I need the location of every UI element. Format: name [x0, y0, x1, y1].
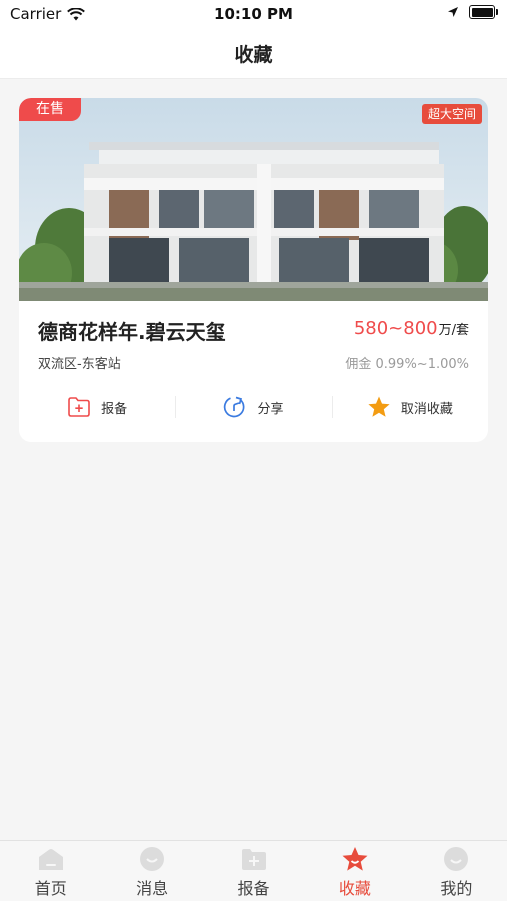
status-right: [447, 5, 498, 19]
tab-bar: 首页 消息 报备 收藏 我的: [0, 840, 507, 901]
on-sale-badge: 在售: [19, 98, 81, 121]
location-arrow-icon: [448, 7, 458, 17]
report-icon: [68, 397, 90, 417]
price: 580~800 万/套: [354, 318, 469, 339]
report-label: 报备: [101, 401, 128, 417]
commission-rate: 佣金 0.99%~1.00%: [345, 357, 469, 372]
property-photo: [19, 98, 488, 301]
tab-profile[interactable]: 我的: [406, 841, 507, 901]
tab-report-label: 报备: [237, 879, 270, 898]
property-location: 双流区-东客站: [38, 357, 121, 372]
star-icon: [342, 847, 368, 871]
page-title: 收藏: [234, 44, 273, 66]
clock: 10:10 PM: [214, 5, 293, 23]
message-icon: [140, 847, 165, 871]
tab-profile-label: 我的: [440, 879, 473, 898]
feature-tag: 超大空间: [421, 104, 482, 124]
status-bar: Carrier 10:10 PM: [0, 0, 507, 28]
report-button[interactable]: 报备: [19, 390, 175, 424]
tab-favorites[interactable]: 收藏: [304, 841, 405, 901]
tab-home[interactable]: 首页: [0, 841, 101, 901]
tab-messages[interactable]: 消息: [101, 841, 202, 901]
tab-messages-label: 消息: [136, 879, 169, 898]
share-button[interactable]: 分享: [175, 390, 331, 424]
battery-icon: [469, 5, 498, 19]
favorite-property-card[interactable]: 在售 超大空间 德商花样年.碧云天玺 580~800 万/套 双流区-东客站 佣…: [19, 98, 488, 442]
profile-icon: [444, 847, 469, 871]
tab-home-label: 首页: [34, 879, 67, 898]
navigation-bar: 收藏: [0, 28, 507, 79]
share-label: 分享: [257, 401, 284, 417]
tab-report[interactable]: 报备: [203, 841, 304, 901]
price-value: 580~800: [353, 318, 438, 339]
price-unit: 万/套: [438, 323, 469, 338]
unfavorite-label: 取消收藏: [400, 401, 453, 417]
tab-favorites-label: 收藏: [338, 879, 371, 898]
home-icon: [38, 849, 63, 870]
share-icon: [224, 396, 245, 418]
unfavorite-button[interactable]: 取消收藏: [331, 390, 488, 424]
property-name: 德商花样年.碧云天玺: [38, 320, 226, 344]
report-icon: [241, 849, 266, 870]
star-icon: [368, 396, 390, 417]
card-actions: 报备 分享 取消收藏: [19, 390, 488, 424]
